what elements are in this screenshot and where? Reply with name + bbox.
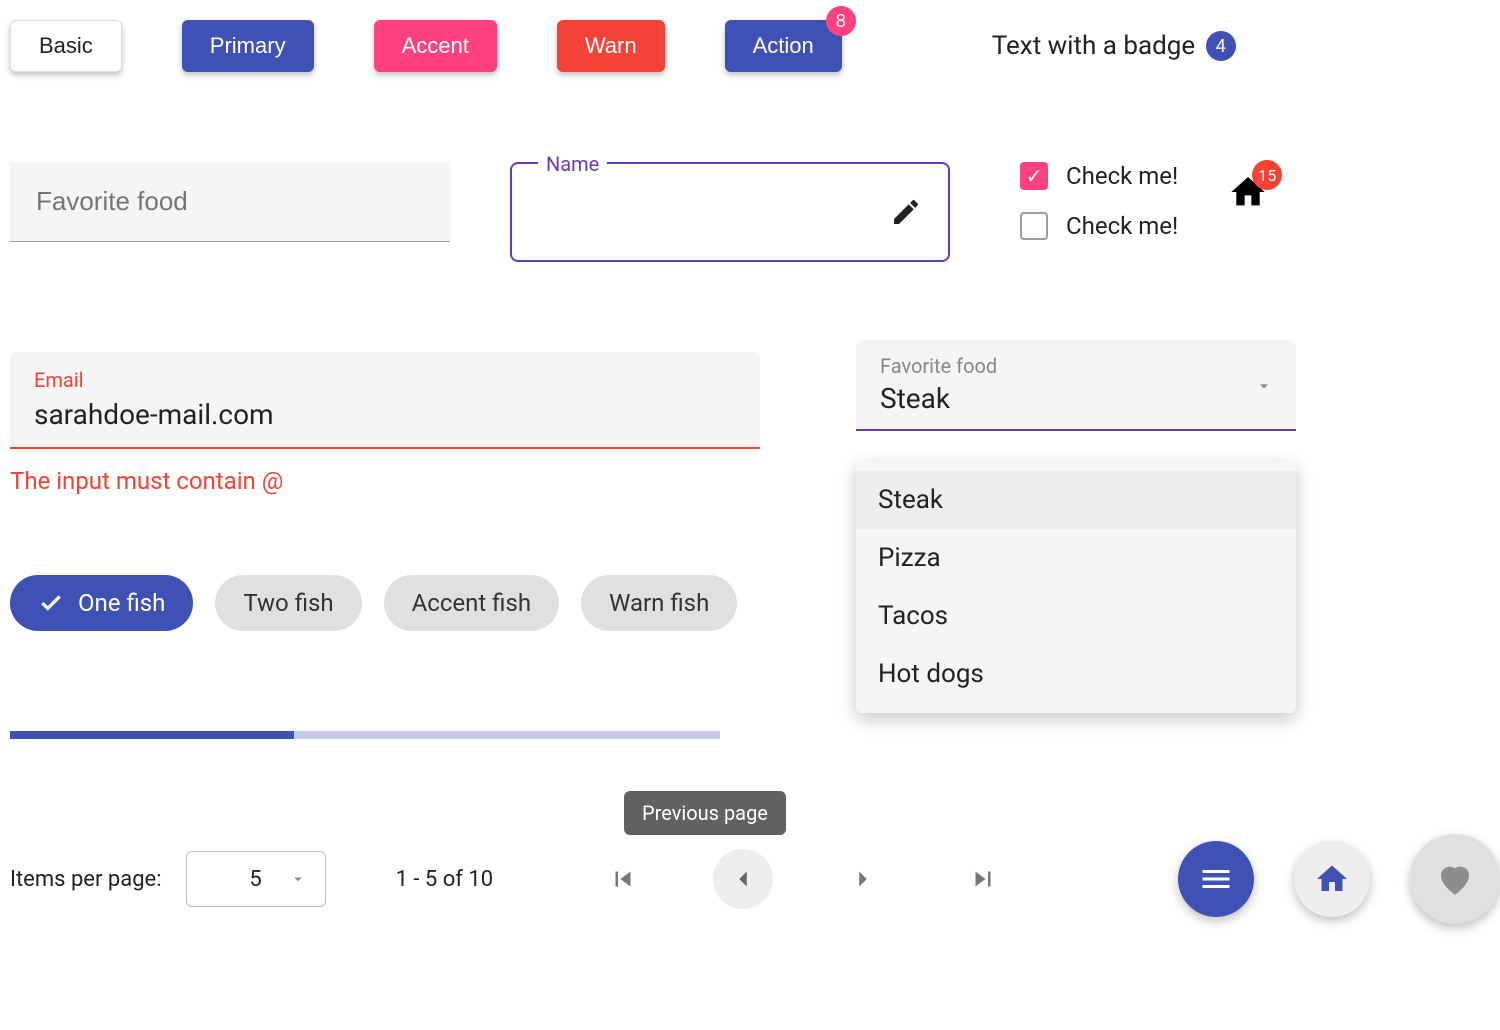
- select-value: Steak: [880, 382, 1272, 415]
- chip-accent-fish[interactable]: Accent fish: [384, 575, 559, 631]
- checkbox-2-label: Check me!: [1066, 212, 1178, 240]
- menu-item-steak[interactable]: Steak: [856, 471, 1296, 529]
- basic-button[interactable]: Basic: [10, 20, 122, 72]
- chip-label: One fish: [78, 589, 165, 617]
- page-size-value: 5: [249, 867, 261, 892]
- primary-button[interactable]: Primary: [182, 20, 314, 72]
- email-label: Email: [34, 368, 736, 392]
- text-with-badge: Text with a badge 4: [992, 31, 1236, 61]
- chip-label: Warn fish: [609, 589, 709, 617]
- action-badge: 8: [826, 6, 856, 36]
- checkbox-1[interactable]: ✓: [1020, 162, 1048, 190]
- badge-text-label: Text with a badge: [992, 31, 1195, 61]
- last-page-button[interactable]: [953, 849, 1013, 909]
- fab-menu[interactable]: [1178, 841, 1254, 917]
- heart-icon: [1434, 858, 1476, 900]
- name-label: Name: [538, 152, 607, 176]
- chip-one-fish[interactable]: One fish: [10, 575, 193, 631]
- favorite-food-input-wrapper[interactable]: [10, 162, 450, 242]
- name-input-wrapper[interactable]: Name: [510, 162, 950, 262]
- paginator-range: 1 - 5 of 10: [396, 867, 494, 892]
- next-page-button[interactable]: [833, 849, 893, 909]
- check-icon: ✓: [1026, 164, 1043, 188]
- check-icon: [38, 590, 64, 616]
- select-menu: Steak Pizza Tacos Hot dogs: [856, 461, 1296, 713]
- action-button[interactable]: Action 8: [725, 20, 842, 72]
- email-value: sarahdoe-mail.com: [34, 398, 736, 431]
- checkbox-2[interactable]: [1020, 212, 1048, 240]
- chip-two-fish[interactable]: Two fish: [215, 575, 361, 631]
- accent-button[interactable]: Accent: [374, 20, 497, 72]
- warn-button[interactable]: Warn: [557, 20, 665, 72]
- progress-fill: [10, 731, 294, 739]
- favorite-food-select[interactable]: Favorite food Steak: [856, 340, 1296, 431]
- chip-label: Accent fish: [412, 589, 531, 617]
- progress-bar: [10, 731, 720, 739]
- home-icon-with-badge[interactable]: 15: [1228, 172, 1268, 212]
- edit-icon: [890, 196, 922, 228]
- favorite-food-input[interactable]: [34, 185, 426, 218]
- action-button-label: Action: [753, 33, 814, 58]
- chip-label: Two fish: [243, 589, 333, 617]
- items-per-page-label: Items per page:: [10, 867, 162, 892]
- chevron-down-icon: [289, 870, 307, 888]
- menu-item-hot-dogs[interactable]: Hot dogs: [856, 645, 1296, 703]
- email-input-wrapper[interactable]: Email sarahdoe-mail.com: [10, 352, 760, 449]
- fab-favorite[interactable]: [1410, 834, 1500, 924]
- chip-warn-fish[interactable]: Warn fish: [581, 575, 737, 631]
- home-icon: [1314, 861, 1350, 897]
- menu-item-tacos[interactable]: Tacos: [856, 587, 1296, 645]
- chevron-down-icon: [1254, 376, 1274, 396]
- fab-home[interactable]: [1294, 841, 1370, 917]
- home-badge-count: 15: [1252, 160, 1282, 190]
- menu-item-pizza[interactable]: Pizza: [856, 529, 1296, 587]
- checkbox-1-label: Check me!: [1066, 162, 1178, 190]
- first-page-button[interactable]: [593, 849, 653, 909]
- select-label: Favorite food: [880, 354, 1272, 378]
- menu-icon: [1198, 861, 1234, 897]
- tooltip-previous-page: Previous page: [624, 791, 786, 835]
- badge-text-count: 4: [1206, 31, 1236, 61]
- previous-page-button[interactable]: [713, 849, 773, 909]
- page-size-select[interactable]: 5: [186, 851, 326, 907]
- email-error: The input must contain @: [10, 467, 760, 495]
